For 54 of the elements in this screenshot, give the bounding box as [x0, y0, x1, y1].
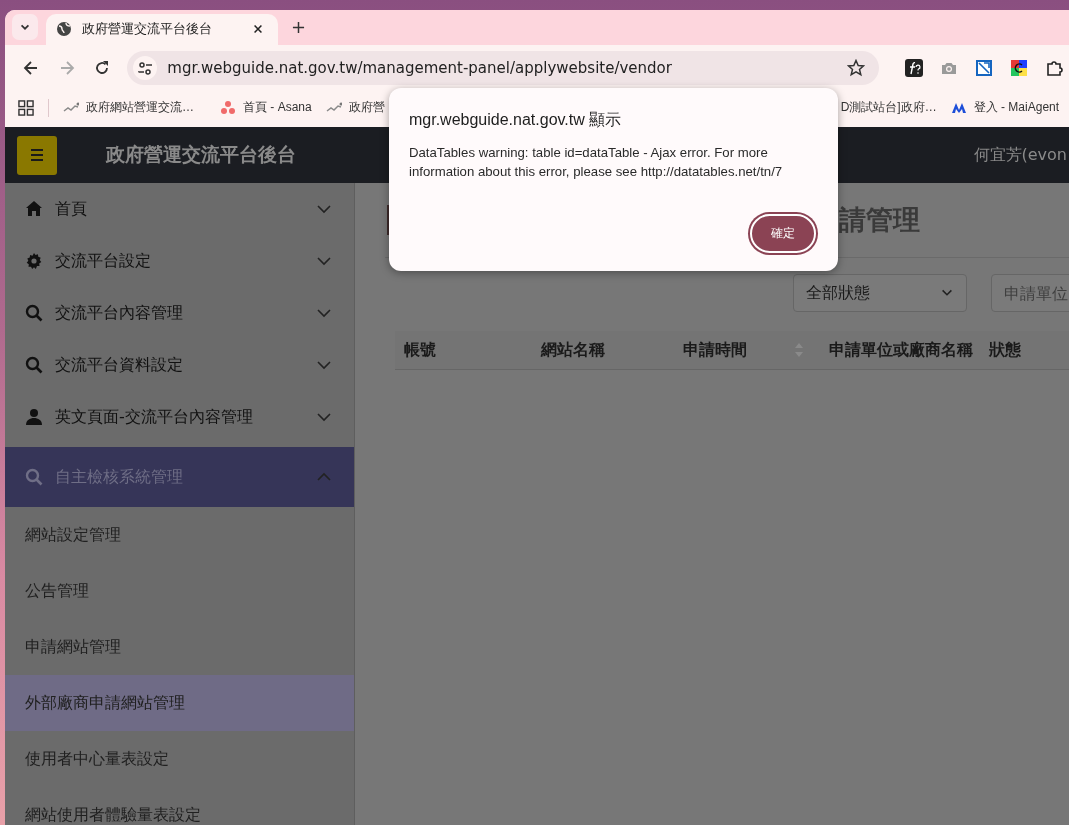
- column-header[interactable]: 申請時間: [683, 339, 747, 361]
- sidebar-item[interactable]: 交流平台內容管理: [5, 287, 354, 339]
- search-icon: [25, 356, 43, 374]
- column-header[interactable]: 申請單位或廠商名稱: [829, 339, 973, 361]
- close-icon[interactable]: [252, 22, 264, 35]
- column-header[interactable]: 狀態: [989, 339, 1021, 361]
- sidebar-item[interactable]: 英文頁面-交流平台內容管理: [5, 391, 354, 443]
- settings-icon: [25, 252, 43, 270]
- bookmark-star-icon[interactable]: [847, 58, 865, 77]
- bookmark[interactable]: 首頁 - Asana: [220, 99, 312, 116]
- dialog-message: DataTables warning: table id=dataTable - Ajax error. For more information about this error, please see http://datatables.net/tn/7: [409, 144, 784, 181]
- search-icon: [25, 304, 43, 322]
- menu-icon: [30, 148, 44, 162]
- home-icon: [25, 200, 43, 218]
- extensions-icon[interactable]: [1045, 58, 1063, 77]
- submenu-item[interactable]: 公告管理: [5, 563, 354, 619]
- submenu-item[interactable]: 網站設定管理: [5, 507, 354, 563]
- function-icon[interactable]: [905, 58, 923, 77]
- submenu-item[interactable]: 申請網站管理: [5, 619, 354, 675]
- status-select[interactable]: 全部狀態: [793, 274, 967, 312]
- address-bar[interactable]: mgr.webguide.nat.gov.tw/management-panel/applywebsite/vendor: [127, 50, 879, 85]
- bookmark[interactable]: D測試站台]政府…: [840, 99, 937, 116]
- apps-icon[interactable]: [18, 99, 34, 116]
- submenu-item[interactable]: 網站使用者體驗量表設定: [5, 787, 354, 825]
- three-dots-icon: [220, 99, 236, 116]
- site-title: 政府營運交流平台後台: [106, 142, 296, 167]
- back-icon: [21, 58, 40, 77]
- search-icon: [25, 468, 43, 486]
- column-header[interactable]: 網站名稱: [541, 339, 605, 361]
- browser-tab[interactable]: 政府營運交流平台後台: [46, 14, 278, 45]
- bookmark[interactable]: 政府網站營運交流…: [63, 99, 194, 116]
- tab-list-button[interactable]: [12, 14, 38, 40]
- new-tab-icon[interactable]: [292, 21, 305, 34]
- bookmark[interactable]: 登入 - MaiAgent: [950, 99, 1060, 116]
- url-text: mgr.webguide.nat.gov.tw/management-panel/applywebsite/vendor: [167, 58, 673, 77]
- bookmark[interactable]: 政府營: [325, 99, 385, 116]
- menu-button[interactable]: [17, 135, 57, 175]
- color-grid-icon[interactable]: [1010, 58, 1028, 77]
- page-heading: 請管理: [839, 203, 920, 237]
- ok-button[interactable]: 確定: [750, 214, 816, 253]
- search-field[interactable]: 申請單位: [991, 274, 1069, 312]
- site-settings-icon[interactable]: [133, 55, 158, 80]
- globe-icon: [56, 20, 72, 37]
- sidebar-item[interactable]: 交流平台資料設定: [5, 339, 354, 391]
- person-icon: [25, 408, 43, 426]
- submenu-item[interactable]: 使用者中心量表設定: [5, 731, 354, 787]
- dialog-title: mgr.webguide.nat.gov.tw 顯示: [409, 110, 623, 130]
- arrow-square-icon[interactable]: [975, 58, 993, 77]
- submenu-item[interactable]: 外部廠商申請網站管理: [5, 675, 354, 731]
- column-header[interactable]: 帳號: [404, 339, 436, 361]
- tab-title: 政府營運交流平台後台: [82, 19, 213, 38]
- sidebar-item[interactable]: 交流平台設定: [5, 235, 354, 287]
- user-name[interactable]: 何宜芳(evon: [973, 144, 1067, 166]
- sidebar-item[interactable]: 首頁: [5, 183, 354, 235]
